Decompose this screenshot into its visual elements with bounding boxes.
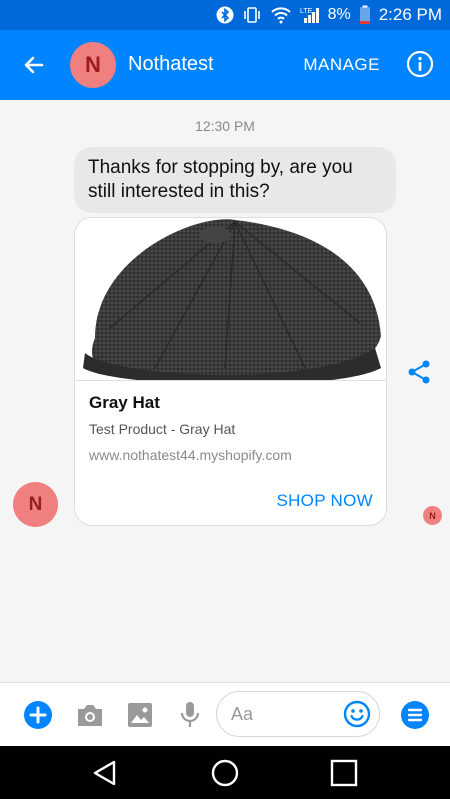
nav-recents-button[interactable]	[329, 758, 359, 788]
contact-name[interactable]: Nothatest	[128, 53, 214, 76]
info-icon	[406, 50, 434, 78]
share-icon	[408, 360, 430, 384]
navigation-bar	[0, 746, 450, 799]
contact-avatar[interactable]: N	[70, 42, 116, 88]
sender-avatar[interactable]: N	[13, 482, 58, 527]
status-bar: LTE 8% 2:26 PM	[0, 0, 450, 30]
battery-icon	[359, 5, 371, 25]
image-icon	[128, 703, 152, 727]
nav-back-icon	[93, 760, 116, 786]
plus-icon	[24, 701, 52, 729]
message-timestamp: 12:30 PM	[195, 118, 255, 134]
signal-icon: LTE	[300, 6, 320, 24]
wifi-icon	[270, 6, 292, 24]
emoji-icon	[343, 700, 371, 728]
message-bubble: Thanks for stopping by, are you still in…	[74, 147, 396, 213]
message-input[interactable]: Aa	[216, 691, 380, 737]
product-title: Gray Hat	[89, 393, 160, 412]
more-actions-button[interactable]	[22, 699, 54, 731]
manage-button[interactable]: MANAGE	[303, 55, 380, 75]
bluetooth-icon	[216, 6, 234, 24]
emoji-button[interactable]	[343, 700, 371, 728]
message-composer: Aa	[0, 682, 450, 747]
product-subtitle: Test Product - Gray Hat	[89, 421, 236, 437]
menu-button[interactable]	[399, 699, 431, 731]
vibrate-icon	[242, 6, 262, 24]
battery-percent: 8%	[327, 6, 351, 23]
share-button[interactable]	[406, 359, 432, 385]
nav-back-button[interactable]	[90, 758, 120, 788]
camera-icon	[78, 705, 102, 726]
camera-button[interactable]	[74, 699, 106, 731]
gallery-button[interactable]	[124, 699, 156, 731]
back-button[interactable]	[18, 50, 50, 80]
info-button[interactable]	[406, 50, 434, 78]
product-url: www.nothatest44.myshopify.com	[89, 447, 292, 463]
microphone-icon	[180, 702, 200, 727]
nav-recents-icon	[330, 759, 358, 787]
menu-icon	[401, 701, 429, 729]
product-image[interactable]	[75, 218, 386, 385]
nav-home-icon	[211, 759, 239, 787]
clock: 2:26 PM	[378, 5, 442, 24]
back-arrow-icon	[24, 56, 44, 74]
voice-button[interactable]	[174, 699, 206, 731]
nav-home-button[interactable]	[210, 758, 240, 788]
shop-now-button[interactable]: SHOP NOW	[276, 491, 373, 511]
chat-header: N Nothatest MANAGE	[0, 30, 450, 100]
message-placeholder: Aa	[231, 704, 254, 724]
svg-text:LTE: LTE	[300, 8, 313, 15]
read-receipt-avatar: N	[423, 506, 442, 525]
product-card[interactable]: Gray Hat Test Product - Gray Hat www.not…	[74, 217, 387, 526]
